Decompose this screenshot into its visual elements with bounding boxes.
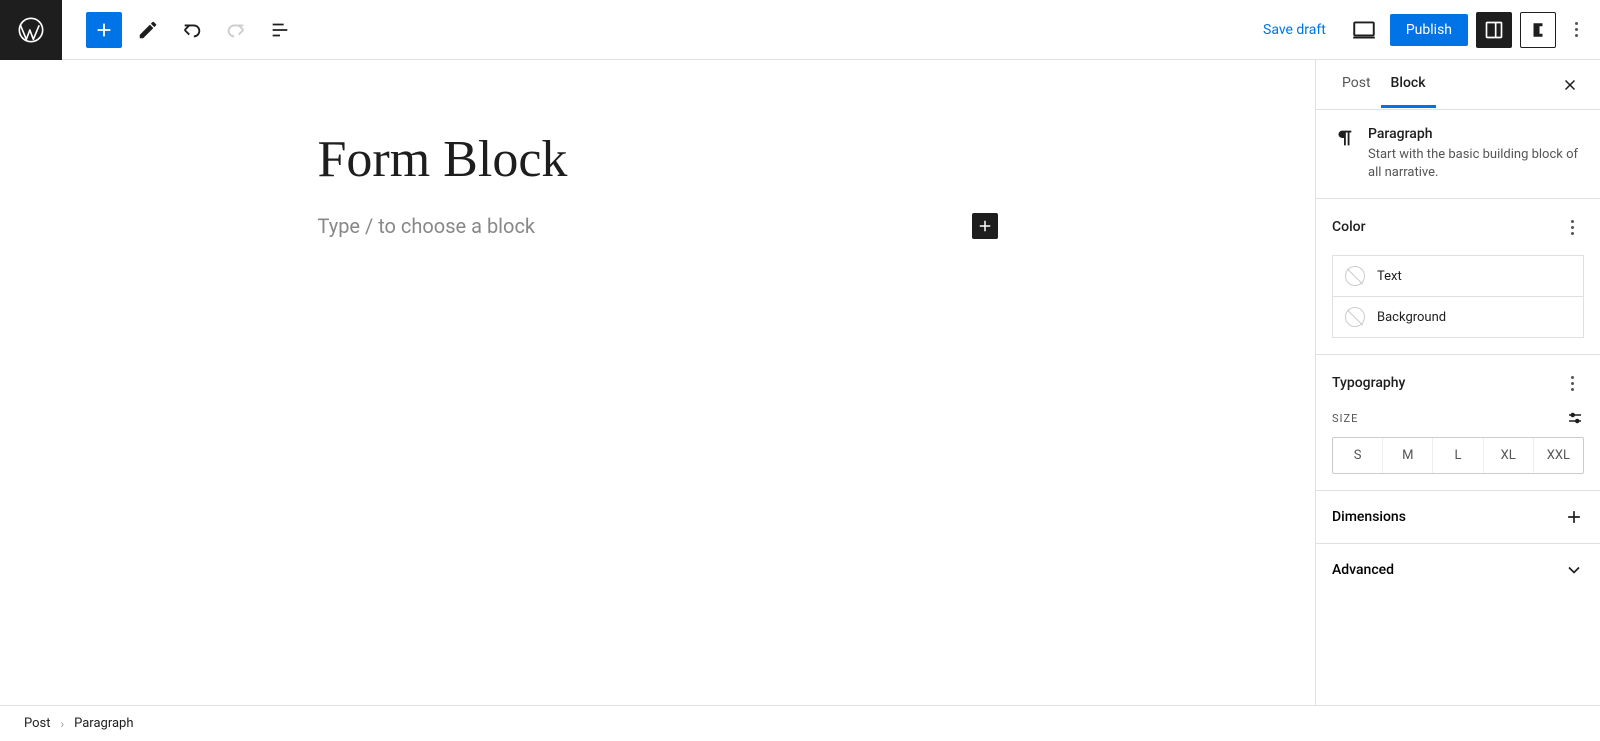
top-toolbar: Save draft Publish <box>0 0 1600 60</box>
typography-panel-header[interactable]: Typography <box>1332 371 1584 395</box>
inline-add-block-button[interactable] <box>972 213 998 239</box>
typography-panel-menu-icon[interactable] <box>1560 371 1584 395</box>
document-outline-icon[interactable] <box>262 12 298 48</box>
background-color-label: Background <box>1377 310 1446 325</box>
undo-icon[interactable] <box>174 12 210 48</box>
background-color-button[interactable]: Background <box>1332 296 1584 338</box>
color-panel: Color Text Background <box>1316 199 1600 355</box>
dimensions-panel-header[interactable]: Dimensions <box>1316 491 1600 544</box>
paragraph-icon <box>1332 126 1356 150</box>
block-title: Paragraph <box>1368 126 1584 142</box>
save-draft-button[interactable]: Save draft <box>1251 16 1338 44</box>
color-panel-body: Text Background <box>1332 255 1584 338</box>
size-label: SIZE <box>1332 412 1358 425</box>
size-row-header: SIZE <box>1332 409 1584 427</box>
advanced-panel-title: Advanced <box>1332 562 1394 578</box>
post-title[interactable]: Form Block <box>318 130 998 189</box>
plus-icon <box>1564 507 1584 527</box>
close-sidebar-icon[interactable] <box>1556 71 1584 99</box>
settings-sidebar: Post Block Paragraph Start with the basi… <box>1315 60 1600 705</box>
plugin-panel-button[interactable] <box>1520 12 1556 48</box>
typography-panel: Typography SIZE S M L XL XXL <box>1316 355 1600 491</box>
publish-button[interactable]: Publish <box>1390 14 1468 46</box>
options-menu-icon[interactable] <box>1564 18 1588 42</box>
tab-block[interactable]: Block <box>1381 61 1436 108</box>
redo-icon <box>218 12 254 48</box>
breadcrumb-leaf[interactable]: Paragraph <box>74 716 133 731</box>
edit-tool-icon[interactable] <box>130 12 166 48</box>
color-panel-title: Color <box>1332 219 1366 235</box>
settings-sidebar-toggle[interactable] <box>1476 12 1512 48</box>
text-color-label: Text <box>1377 269 1402 284</box>
breadcrumb-footer: Post › Paragraph <box>0 705 1600 741</box>
post-content: Form Block Type / to choose a block <box>318 130 998 239</box>
toolbar-actions <box>62 12 298 48</box>
text-color-swatch-icon <box>1345 266 1365 286</box>
sidebar-tabs: Post Block <box>1316 60 1600 110</box>
block-info: Paragraph Start with the basic building … <box>1316 110 1600 199</box>
color-panel-header[interactable]: Color <box>1332 215 1584 239</box>
size-l[interactable]: L <box>1433 438 1483 473</box>
size-xl[interactable]: XL <box>1484 438 1534 473</box>
wordpress-logo[interactable] <box>0 0 62 60</box>
chevron-down-icon <box>1564 560 1584 580</box>
advanced-panel-header[interactable]: Advanced <box>1316 544 1600 596</box>
toolbar-right: Save draft Publish <box>1251 12 1600 48</box>
block-description: Start with the basic building block of a… <box>1368 146 1584 182</box>
tab-post[interactable]: Post <box>1332 61 1381 108</box>
main-area: Form Block Type / to choose a block Post… <box>0 60 1600 705</box>
font-size-options: S M L XL XXL <box>1332 437 1584 474</box>
paragraph-block[interactable]: Type / to choose a block <box>318 213 998 239</box>
breadcrumb-separator-icon: › <box>61 717 65 731</box>
preview-button[interactable] <box>1346 12 1382 48</box>
color-panel-menu-icon[interactable] <box>1560 215 1584 239</box>
text-color-button[interactable]: Text <box>1332 255 1584 296</box>
toolbar-left <box>0 0 298 59</box>
background-color-swatch-icon <box>1345 307 1365 327</box>
size-xxl[interactable]: XXL <box>1534 438 1583 473</box>
breadcrumb-root[interactable]: Post <box>24 716 51 731</box>
typography-panel-title: Typography <box>1332 375 1405 391</box>
size-s[interactable]: S <box>1333 438 1383 473</box>
paragraph-placeholder[interactable]: Type / to choose a block <box>318 214 912 238</box>
size-settings-icon[interactable] <box>1566 409 1584 427</box>
editor-canvas[interactable]: Form Block Type / to choose a block <box>0 60 1315 705</box>
size-m[interactable]: M <box>1383 438 1433 473</box>
dimensions-panel-title: Dimensions <box>1332 509 1406 525</box>
add-block-button[interactable] <box>86 12 122 48</box>
